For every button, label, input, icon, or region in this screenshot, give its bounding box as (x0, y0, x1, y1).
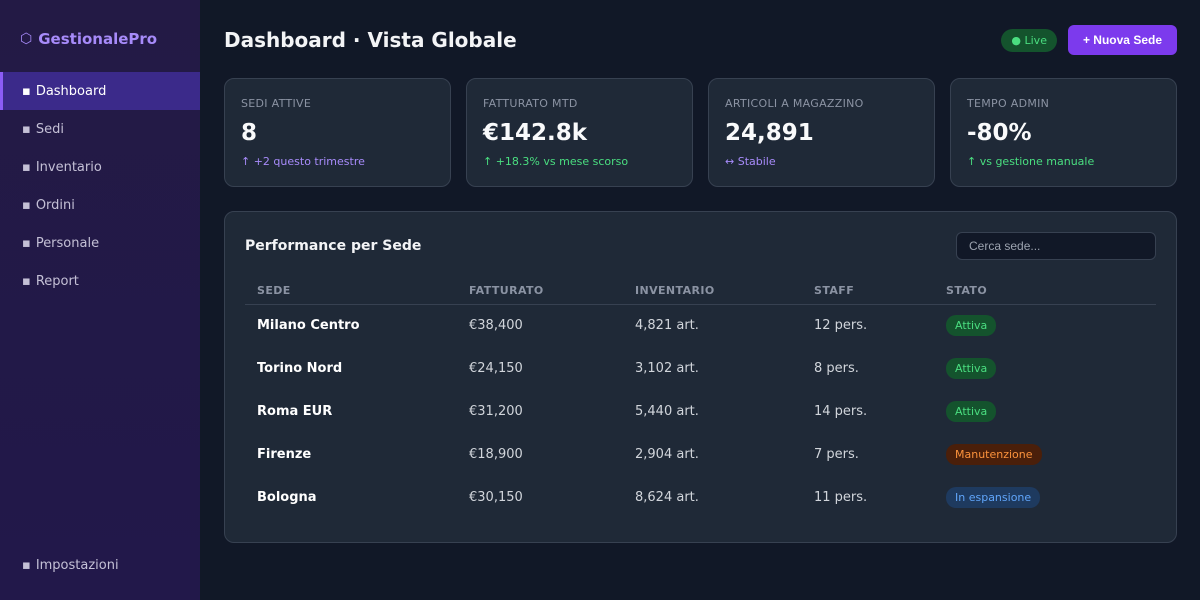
stat-label: TEMPO ADMIN (967, 97, 1050, 110)
live-status-badge: ● Live (1001, 28, 1057, 52)
cell-staff: 12 pers. (814, 318, 868, 334)
sidebar-item-label: Sedi (35, 121, 64, 137)
column-header-stato[interactable]: STATO (934, 278, 1156, 305)
sidebar-item-label: Personale (35, 235, 100, 251)
bullet-icon: ▪ (22, 83, 31, 99)
sidebar-item-personale[interactable]: ▪ Personale (0, 224, 200, 262)
stat-delta: ↑ +2 questo trimestre (241, 155, 365, 168)
sidebar-item-sedi[interactable]: ▪ Sedi (0, 110, 200, 148)
stat-value: 8 (241, 120, 258, 146)
cell-staff: 14 pers. (814, 404, 868, 419)
column-header-sede[interactable]: SEDE (245, 278, 457, 305)
sidebar-item-inventario[interactable]: ▪ Inventario (0, 148, 200, 186)
stat-delta: ↑ +18.3% vs mese scorso (483, 155, 629, 168)
cell-fatturato: €38,400 (469, 318, 523, 334)
cell-stato: In espansione (934, 476, 1156, 519)
sidebar-nav: ▪ Dashboard ▪ Sedi ▪ Inventario ▪ Ordini… (0, 72, 200, 300)
new-sede-button[interactable]: + Nuova Sede (1067, 25, 1177, 55)
status-badge: Manutenzione (946, 444, 1042, 465)
table-row[interactable]: Firenze €18,900 2,904 art. 7 pers. Manut… (245, 433, 1156, 476)
bullet-icon: ▪ (22, 557, 31, 573)
status-badge: Attiva (946, 358, 997, 379)
stat-delta: ↑ vs gestione manuale (967, 155, 1095, 168)
cell-fatturato: €18,900 (469, 447, 523, 462)
sidebar-item-label: Dashboard (35, 83, 107, 99)
status-badge: Attiva (946, 401, 997, 422)
cell-sede: Bologna (257, 490, 317, 505)
stat-label: FATTURATO MTD (483, 97, 578, 110)
stat-value: -80% (967, 120, 1032, 146)
stat-value: 24,891 (725, 120, 814, 146)
cell-inventario: 8,624 art. (635, 490, 699, 505)
sidebar: ⬡ GestionalePro ▪ Dashboard ▪ Sedi ▪ Inv… (0, 0, 200, 600)
cell-staff: 7 pers. (814, 447, 859, 462)
sidebar-item-report[interactable]: ▪ Report (0, 262, 200, 300)
cell-stato: Attiva (934, 304, 1156, 347)
brand-name: GestionalePro (38, 30, 158, 48)
sidebar-item-label: Report (35, 273, 79, 289)
cell-inventario: 5,440 art. (635, 404, 699, 419)
stat-label: SEDI ATTIVE (241, 97, 312, 110)
bullet-icon: ▪ (22, 197, 31, 213)
cell-stato: Attiva (934, 347, 1156, 390)
cell-staff: 11 pers. (814, 490, 868, 505)
sidebar-item-ordini[interactable]: ▪ Ordini (0, 186, 200, 224)
hexagon-icon: ⬡ (20, 31, 33, 47)
sidebar-item-impostazioni[interactable]: ▪ Impostazioni (0, 546, 200, 584)
table-row[interactable]: Roma EUR €31,200 5,440 art. 14 pers. Att… (245, 390, 1156, 433)
table-row[interactable]: Bologna €30,150 8,624 art. 11 pers. In e… (245, 476, 1156, 519)
cell-inventario: 3,102 art. (635, 361, 699, 376)
column-header-inventario[interactable]: INVENTARIO (623, 278, 802, 305)
cell-inventario: 4,821 art. (635, 318, 699, 334)
cell-staff: 8 pers. (814, 361, 859, 376)
stat-card-articoli: ARTICOLI A MAGAZZINO 24,891 ↔ Stabile (708, 78, 935, 187)
stat-value: €142.8k (483, 120, 588, 146)
brand-logo[interactable]: ⬡ GestionalePro (20, 30, 157, 48)
page-title: Dashboard · Vista Globale (224, 28, 517, 52)
sidebar-item-dashboard[interactable]: ▪ Dashboard (0, 72, 200, 110)
cell-fatturato: €24,150 (469, 361, 523, 376)
sidebar-item-label: Impostazioni (35, 557, 119, 573)
status-badge: In espansione (946, 487, 1041, 508)
cell-stato: Attiva (934, 390, 1156, 433)
performance-table: SEDE FATTURATO INVENTARIO STAFF STATO Mi… (245, 278, 1156, 519)
bullet-icon: ▪ (22, 121, 31, 137)
stat-delta: ↔ Stabile (725, 155, 776, 168)
panel-header: Performance per Sede (245, 232, 1156, 260)
status-badge: Attiva (946, 315, 997, 337)
stat-card-sedi-attive: SEDI ATTIVE 8 ↑ +2 questo trimestre (224, 78, 451, 187)
cell-inventario: 2,904 art. (635, 447, 699, 462)
sidebar-item-label: Ordini (35, 197, 75, 213)
stat-label: ARTICOLI A MAGAZZINO (725, 97, 864, 110)
cell-sede: Milano Centro (257, 318, 360, 334)
cell-fatturato: €30,150 (469, 490, 523, 505)
column-header-fatturato[interactable]: FATTURATO (457, 278, 623, 305)
topbar: Dashboard · Vista Globale ● Live + Nuova… (224, 0, 1177, 80)
table-row[interactable]: Torino Nord €24,150 3,102 art. 8 pers. A… (245, 347, 1156, 390)
top-actions: ● Live + Nuova Sede (1001, 25, 1177, 55)
cell-sede: Torino Nord (257, 361, 343, 376)
stat-card-tempo-admin: TEMPO ADMIN -80% ↑ vs gestione manuale (950, 78, 1177, 187)
cell-sede: Roma EUR (257, 404, 333, 419)
sidebar-footer: ▪ Impostazioni (0, 546, 200, 584)
bullet-icon: ▪ (22, 235, 31, 251)
performance-panel: Performance per Sede SEDE FATTURATO INVE… (224, 211, 1177, 543)
cell-stato: Manutenzione (934, 433, 1156, 476)
table-row[interactable]: Milano Centro €38,400 4,821 art. 12 pers… (245, 304, 1156, 347)
search-input[interactable] (956, 232, 1156, 260)
column-header-staff[interactable]: STAFF (802, 278, 934, 305)
table-header-row: SEDE FATTURATO INVENTARIO STAFF STATO (245, 278, 1156, 305)
main-content: Dashboard · Vista Globale ● Live + Nuova… (200, 0, 1200, 600)
stats-row: SEDI ATTIVE 8 ↑ +2 questo trimestre FATT… (224, 78, 1177, 187)
cell-fatturato: €31,200 (469, 404, 523, 419)
panel-title: Performance per Sede (245, 238, 422, 254)
sidebar-item-label: Inventario (35, 159, 102, 175)
bullet-icon: ▪ (22, 159, 31, 175)
bullet-icon: ▪ (22, 273, 31, 289)
stat-card-fatturato: FATTURATO MTD €142.8k ↑ +18.3% vs mese s… (466, 78, 693, 187)
cell-sede: Firenze (257, 447, 312, 462)
